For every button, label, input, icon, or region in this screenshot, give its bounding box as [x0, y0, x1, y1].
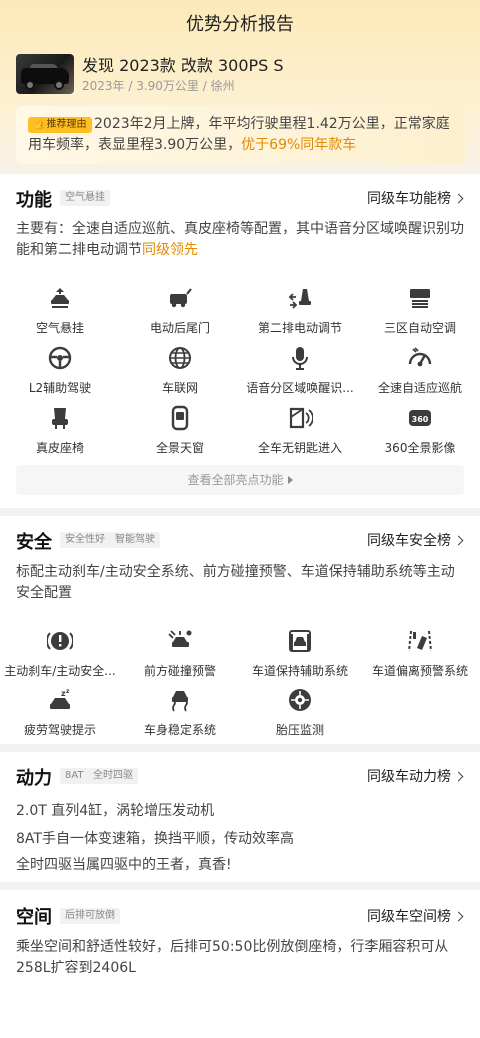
feature-item[interactable]: 全车无钥匙进入	[240, 405, 360, 461]
feature-label: 空气悬挂	[35, 321, 84, 335]
feature-label: 三区自动空调	[383, 321, 456, 335]
sunroof-icon	[167, 405, 193, 431]
recommend-reason-badge: 👍推荐理由	[28, 117, 93, 133]
reason-highlight: 优于69%同年款车	[241, 137, 357, 153]
function-rank-link[interactable]: 同级车功能榜	[367, 188, 464, 208]
camera-360-icon: 360	[407, 405, 433, 431]
feature-label: 全景天窗	[155, 441, 204, 455]
chevron-right-icon	[453, 771, 464, 782]
feature-item[interactable]: 电动后尾门	[120, 285, 240, 341]
chevron-right-icon	[453, 535, 464, 546]
power-line: 8AT手自一体变速箱，换挡平顺，传动效率高	[16, 831, 294, 847]
brake-warning-icon	[46, 628, 74, 654]
view-all-features-button[interactable]: 查看全部亮点功能	[16, 465, 464, 495]
feature-label: L2辅助驾驶	[28, 381, 92, 395]
feature-label: 全速自适应巡航	[377, 381, 462, 395]
power-section: 动力 8AT 全时四驱 同级车动力榜 2.0T 直列4缸，涡轮增压发动机 8AT…	[0, 752, 480, 882]
fatigue-icon: zz	[47, 687, 73, 713]
feature-label: 前方碰撞预警	[143, 664, 216, 678]
chevron-right-icon	[453, 193, 464, 204]
second-row-seat-icon	[287, 285, 313, 311]
keyless-entry-icon	[287, 405, 314, 431]
collision-warning-icon	[167, 628, 193, 654]
car-name: 发现 2023款 改款 300PS S	[82, 56, 284, 75]
feature-item[interactable]: 第二排电动调节	[240, 285, 360, 341]
feature-label: 车道保持辅助系统	[251, 664, 348, 678]
feature-item[interactable]: 车联网	[120, 345, 240, 401]
cruise-gauge-icon	[407, 345, 433, 371]
recommend-reason-text: 2023年2月上牌，年平均行驶里程1.42万公里，正常家庭用车频率，表显里程3.…	[28, 114, 458, 156]
section-title: 空间	[16, 907, 52, 928]
section-tag: 8AT	[60, 768, 89, 784]
power-line: 2.0T 直列4缸，涡轮增压发动机	[16, 803, 215, 819]
section-tag: 空气悬挂	[60, 190, 110, 206]
feature-label: 车道偏离预警系统	[371, 664, 468, 678]
section-tag: 全时四驱	[88, 768, 138, 784]
thumbs-up-icon: 👍	[34, 119, 47, 130]
feature-item[interactable]: 车道保持辅助系统	[240, 628, 360, 684]
section-title: 安全	[16, 532, 52, 553]
feature-item[interactable]: 空气悬挂	[0, 285, 120, 341]
feature-item[interactable]: z z 疲劳驾驶提示	[0, 687, 120, 743]
feature-label: 全车无钥匙进入	[257, 441, 342, 455]
section-tag: 后排可放倒	[60, 908, 120, 924]
power-line: 全时四驱当属四驱中的王者，真香!	[16, 857, 232, 873]
feature-item[interactable]: 胎压监测	[240, 687, 360, 743]
triangle-right-icon	[287, 476, 293, 484]
car-thumbnail	[16, 54, 74, 94]
svg-text:z: z	[66, 688, 70, 695]
feature-label: 电动后尾门	[149, 321, 210, 335]
feature-item[interactable]: 前方碰撞预警	[120, 628, 240, 684]
function-section: 功能 空气悬挂 同级车功能榜 主要有：全速自适应巡航、真皮座椅等配置，其中语音分…	[0, 174, 480, 508]
feature-label: 主动刹车/主动安全...	[4, 664, 116, 678]
feature-label: 疲劳驾驶提示	[23, 723, 96, 737]
chevron-right-icon	[453, 911, 464, 922]
section-tag: 智能驾驶	[110, 532, 160, 548]
lane-departure-icon	[407, 628, 433, 654]
safety-rank-link[interactable]: 同级车安全榜	[367, 530, 464, 550]
climate-control-icon	[407, 285, 433, 311]
feature-label: 360全景影像	[384, 441, 456, 455]
desc-highlight: 同级领先	[142, 242, 198, 258]
safety-desc: 标配主动刹车/主动安全系统、前方碰撞预警、车道保持辅助系统等主动安全配置	[16, 564, 455, 601]
steering-wheel-icon	[47, 345, 73, 371]
feature-label: 车联网	[161, 381, 198, 395]
stability-icon	[167, 687, 193, 713]
tire-pressure-icon	[287, 687, 313, 713]
feature-label: 第二排电动调节	[257, 321, 342, 335]
feature-item[interactable]: 语音分区域唤醒识...	[240, 345, 360, 401]
safety-section: 安全 安全性好 智能驾驶 同级车安全榜 标配主动刹车/主动安全系统、前方碰撞预警…	[0, 516, 480, 744]
power-rank-link[interactable]: 同级车动力榜	[367, 766, 464, 786]
space-rank-link[interactable]: 同级车空间榜	[367, 906, 464, 926]
feature-item[interactable]: 真皮座椅	[0, 405, 120, 461]
svg-text:360: 360	[412, 415, 429, 424]
section-title: 功能	[16, 190, 52, 211]
space-desc: 乘坐空间和舒适性较好，后排可50:50比例放倒座椅，行李厢容积可从258L扩容到…	[16, 939, 449, 976]
space-section: 空间 后排可放倒 同级车空间榜 乘坐空间和舒适性较好，后排可50:50比例放倒座…	[0, 890, 480, 1038]
feature-item[interactable]: 车身稳定系统	[120, 687, 240, 743]
feature-item[interactable]: 360 360全景影像	[360, 405, 480, 461]
feature-item[interactable]: 全景天窗	[120, 405, 240, 461]
lane-keep-icon	[287, 628, 313, 654]
power-tailgate-icon	[167, 285, 193, 311]
feature-label: 车身稳定系统	[143, 723, 216, 737]
feature-item[interactable]: 车道偏离预警系统	[360, 628, 480, 684]
connected-globe-icon	[167, 345, 193, 371]
feature-label: 语音分区域唤醒识...	[246, 381, 354, 395]
section-tag: 安全性好	[60, 532, 110, 548]
section-title: 动力	[16, 768, 52, 789]
feature-label: 胎压监测	[275, 723, 324, 737]
air-suspension-icon	[47, 285, 73, 311]
feature-item[interactable]: 三区自动空调	[360, 285, 480, 341]
leather-seat-icon	[47, 405, 73, 431]
microphone-icon	[287, 345, 313, 371]
feature-item[interactable]: 全速自适应巡航	[360, 345, 480, 401]
feature-label: 真皮座椅	[35, 441, 84, 455]
car-meta: 2023年 / 3.90万公里 / 徐州	[82, 79, 235, 93]
feature-item[interactable]: 主动刹车/主动安全...	[0, 628, 120, 684]
function-desc: 主要有：全速自适应巡航、真皮座椅等配置，其中语音分区域唤醒识别功能和第二排电动调…	[16, 221, 464, 258]
page-title: 优势分析报告	[186, 14, 294, 35]
feature-item[interactable]: L2辅助驾驶	[0, 345, 120, 401]
